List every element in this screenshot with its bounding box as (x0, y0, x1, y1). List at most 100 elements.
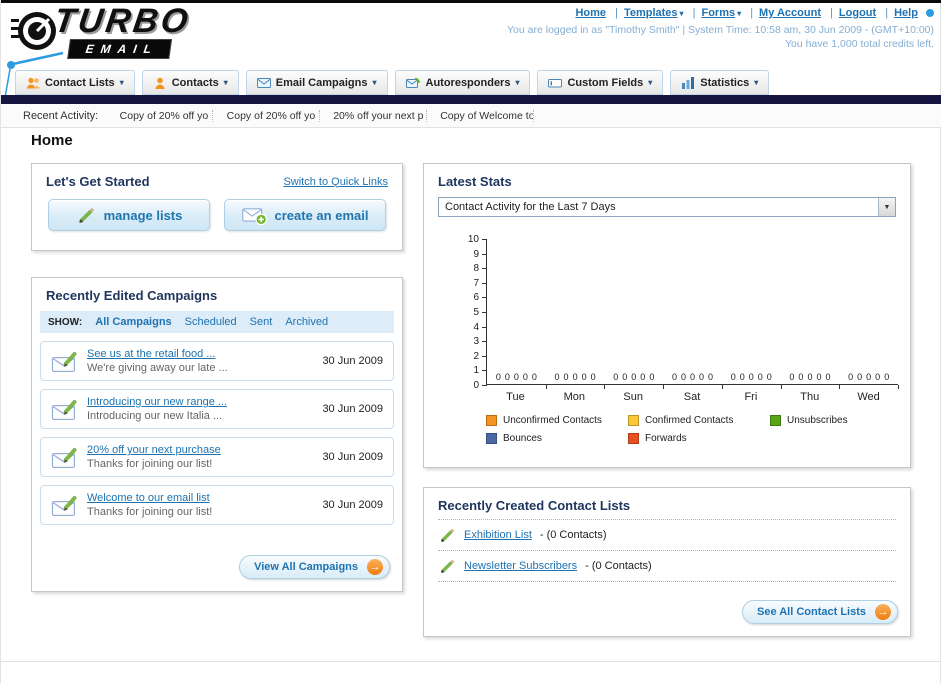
recent-activity-label: Recent Activity: (23, 109, 99, 122)
tab-label: Autoresponders (425, 76, 511, 89)
bar-value-label: 0 (622, 372, 628, 382)
campaign-title-link[interactable]: Welcome to our email list (87, 492, 312, 504)
tab-label: Custom Fields (567, 76, 644, 89)
statistics-icon (682, 76, 695, 89)
contact-list-row[interactable]: Exhibition List - (0 Contacts) (438, 520, 896, 551)
x-axis-label: Tue (506, 391, 525, 403)
campaign-title-link[interactable]: Introducing our new range ... (87, 396, 312, 408)
bar-value-label: 0 (513, 372, 519, 382)
y-axis-tick (482, 282, 487, 284)
chart-bar-group: 00000 (546, 239, 606, 389)
see-all-contact-lists-button[interactable]: See All Contact Lists → (741, 600, 898, 624)
campaign-subtitle: Introducing our new Italia ... (87, 410, 223, 422)
tab-label: Statistics (700, 76, 750, 89)
filter-all-campaigns[interactable]: All Campaigns (95, 316, 171, 328)
campaign-subtitle: Thanks for joining our list! (87, 458, 213, 470)
recent-activity-item[interactable]: Copy of 20% off yo (114, 109, 214, 122)
tab-statistics[interactable]: Statistics ▾ (670, 70, 770, 95)
pencil-icon (77, 207, 95, 224)
y-axis-label: 7 (473, 277, 479, 289)
filter-archived[interactable]: Archived (285, 316, 328, 328)
campaign-title-link[interactable]: 20% off your next purchase (87, 444, 312, 456)
chart-bar-group: 00000 (839, 239, 899, 389)
nav-divider-bar (1, 95, 941, 104)
bar-value-label: 0 (739, 372, 745, 382)
legend-label: Unconfirmed Contacts (503, 415, 602, 426)
manage-lists-button[interactable]: manage lists (48, 199, 210, 231)
chevron-down-icon: ▾ (737, 9, 742, 18)
campaign-row[interactable]: Introducing our new range ... Introducin… (40, 389, 394, 429)
chart-bar-group: 00000 (781, 239, 841, 389)
page-bottom-edge (1, 661, 941, 662)
contact-list-link[interactable]: Newsletter Subscribers (464, 560, 577, 572)
latest-stats-panel: Latest Stats Contact Activity for the La… (423, 163, 911, 468)
recent-activity-item[interactable]: Copy of 20% off yo (221, 109, 321, 122)
email-campaigns-icon (256, 77, 271, 88)
recent-activity-item[interactable]: Copy of Welcome to (435, 109, 535, 122)
chart-bar-group: 00000 (487, 239, 547, 389)
bar-value-label: 0 (816, 372, 822, 382)
bar-value-label: 0 (572, 372, 578, 382)
tab-custom-fields[interactable]: Custom Fields ▾ (537, 70, 664, 95)
top-nav-my-account[interactable]: My Account (759, 7, 821, 19)
campaign-filter-bar: SHOW: All Campaigns Scheduled Sent Archi… (40, 311, 394, 333)
recent-activity-item[interactable]: 20% off your next p (328, 109, 428, 122)
y-axis-label: 4 (473, 321, 479, 333)
stats-period-select[interactable]: Contact Activity for the Last 7 Days ▼ (438, 197, 896, 217)
create-email-button[interactable]: create an email (224, 199, 386, 231)
chevron-down-icon: ▾ (119, 78, 124, 87)
page-title: Home (31, 132, 73, 149)
view-all-campaigns-button[interactable]: View All Campaigns → (239, 555, 390, 579)
contact-list-items: Exhibition List - (0 Contacts) Newslette… (438, 519, 896, 582)
tab-contacts[interactable]: Contacts ▾ (141, 70, 239, 95)
chart-legend: Unconfirmed Contacts Confirmed Contacts Un… (486, 415, 920, 444)
campaign-row[interactable]: See us at the retail food ... We're givi… (40, 341, 394, 381)
campaign-title-link[interactable]: See us at the retail food ... (87, 348, 312, 360)
chart-bar-group: 00000 (604, 239, 664, 389)
contact-list-link[interactable]: Exhibition List (464, 529, 532, 541)
y-axis-label: 5 (473, 307, 479, 318)
top-nav-help[interactable]: Help (894, 7, 918, 19)
top-nav-forms[interactable]: Forms (701, 7, 735, 19)
bar-value-label: 0 (531, 372, 537, 382)
bar-value-label: 0 (807, 372, 813, 382)
campaign-row[interactable]: 20% off your next purchase Thanks for jo… (40, 437, 394, 477)
tab-contact-lists[interactable]: Contact Lists ▾ (15, 70, 135, 95)
bar-value-label: 0 (757, 372, 763, 382)
bar-value-label: 0 (671, 372, 677, 382)
chevron-down-icon: ▾ (679, 9, 684, 18)
y-axis-tick (482, 355, 487, 357)
filter-sent[interactable]: Sent (250, 316, 273, 328)
contact-list-count: - (0 Contacts) (539, 529, 607, 541)
legend-swatch (486, 415, 497, 426)
chart-plot-area: 00000000000000000000000000000000000 10 9 8… (468, 234, 899, 391)
top-nav-logout[interactable]: Logout (839, 7, 876, 19)
help-indicator-dot (926, 9, 934, 18)
bar-value-label: 0 (875, 372, 881, 382)
chart-bar-group: 00000 (722, 239, 782, 389)
top-nav-templates[interactable]: Templates (624, 7, 678, 19)
campaign-date: 30 Jun 2009 (322, 451, 383, 463)
envelope-pencil-icon (51, 495, 77, 516)
bar-value-label: 0 (640, 372, 646, 382)
top-nav-home[interactable]: Home (575, 7, 606, 19)
y-axis-label: 8 (473, 263, 479, 275)
filter-scheduled[interactable]: Scheduled (185, 316, 237, 328)
tab-autoresponders[interactable]: Autoresponders ▾ (394, 70, 531, 95)
contact-list-row[interactable]: Newsletter Subscribers - (0 Contacts) (438, 551, 896, 582)
tab-email-campaigns[interactable]: Email Campaigns ▾ (245, 70, 388, 95)
envelope-pencil-icon (51, 351, 77, 372)
chevron-down-icon: ▼ (878, 198, 895, 216)
campaign-row[interactable]: Welcome to our email list Thanks for joi… (40, 485, 394, 525)
x-axis-label: Fri (744, 391, 758, 403)
bar-value-label: 0 (613, 372, 619, 382)
stats-panel-title: Latest Stats (438, 174, 512, 189)
legend-label: Bounces (503, 433, 542, 444)
legend-swatch (770, 415, 781, 426)
chevron-down-icon: ▾ (515, 78, 520, 87)
bar-value-label: 0 (884, 372, 890, 382)
legend-item: Unsubscribes (770, 415, 912, 426)
switch-quick-links-link[interactable]: Switch to Quick Links (283, 176, 388, 188)
x-axis-label: Sat (683, 391, 701, 403)
contact-lists-icon (27, 77, 40, 88)
